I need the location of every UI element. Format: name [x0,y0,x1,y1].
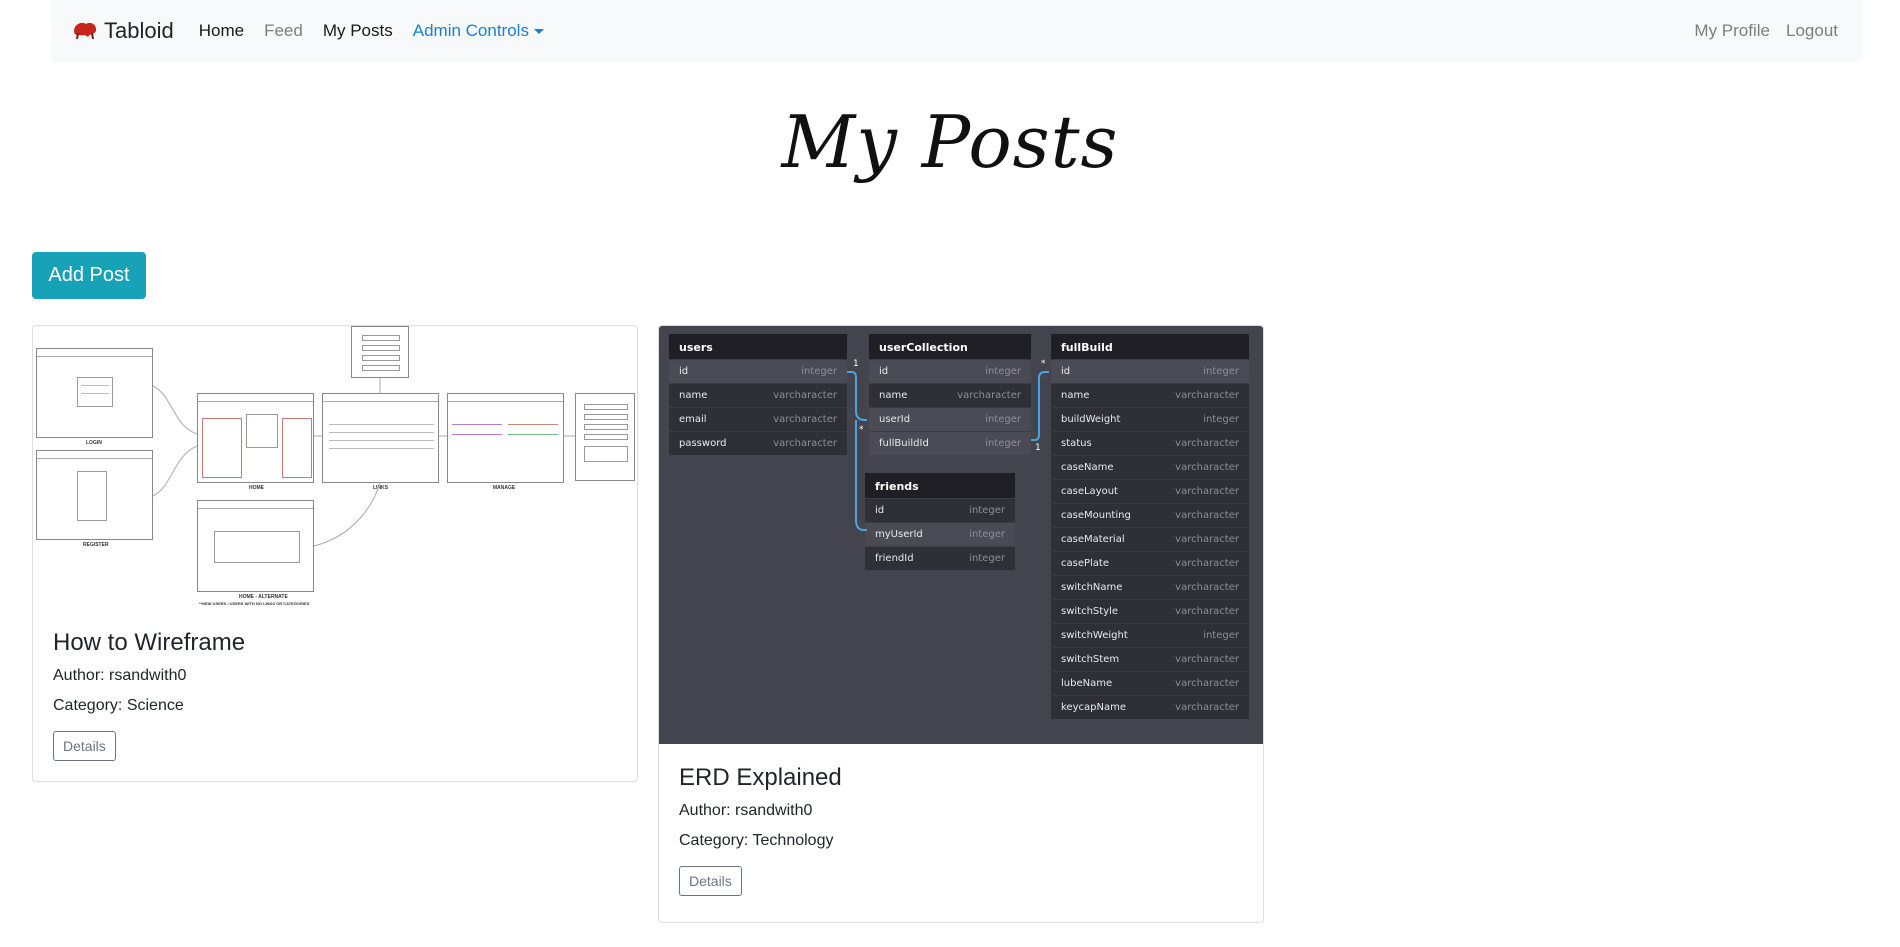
details-button[interactable]: Details [679,866,742,896]
post-card-body: How to Wireframe Author: rsandwith0 Cate… [33,609,637,779]
post-card: users id integer name varcharacter email varch… [658,325,1264,923]
details-button[interactable]: Details [53,731,116,761]
post-category: Category: Technology [679,832,834,849]
admin-controls-label: Admin Controls [412,21,529,40]
brand-name: Tabloid [104,18,174,43]
post-card: LOGIN REGISTER HOME LINKS MANAGE HOME - … [32,325,638,782]
add-post-button[interactable]: Add Post [32,252,146,299]
erd-image: users id integer name varcharacter email varch… [659,326,1263,744]
erd-relationship-lines: 1 * 1 * [847,359,1049,531]
nav-links: Home Feed My Posts Admin Controls [199,21,564,41]
logout-link[interactable]: Logout [1786,21,1838,41]
page-title: My Posts [781,100,1119,184]
nav-my-posts-link[interactable]: My Posts [323,21,393,41]
post-title[interactable]: How to Wireframe [53,629,617,657]
nav-feed-link[interactable]: Feed [264,21,303,41]
admin-controls-dropdown[interactable]: Admin Controls [413,21,544,41]
nav-home-link[interactable]: Home [199,21,244,41]
post-author: Author: rsandwith0 [53,667,187,684]
my-profile-link[interactable]: My Profile [1694,21,1770,41]
nav-right: My Profile Logout [1678,21,1838,41]
post-title[interactable]: ERD Explained [679,764,1243,792]
post-card-body: ERD Explained Author: rsandwith0 Categor… [659,744,1263,914]
wireframe-connectors [152,378,575,547]
cardinality-label: * [859,425,864,435]
post-category: Category: Science [53,697,184,714]
wireframe-image: LOGIN REGISTER HOME LINKS MANAGE HOME - … [33,326,637,609]
post-author: Author: rsandwith0 [679,802,813,819]
caret-down-icon [533,28,544,34]
cardinality-label: 1 [853,359,859,369]
tabloid-logo-icon [72,21,98,41]
brand[interactable]: Tabloid [72,18,174,44]
top-navbar: Tabloid Home Feed My Posts Admin Control… [51,0,1863,62]
cardinality-label: * [1041,359,1046,369]
cardinality-label: 1 [1035,443,1041,453]
